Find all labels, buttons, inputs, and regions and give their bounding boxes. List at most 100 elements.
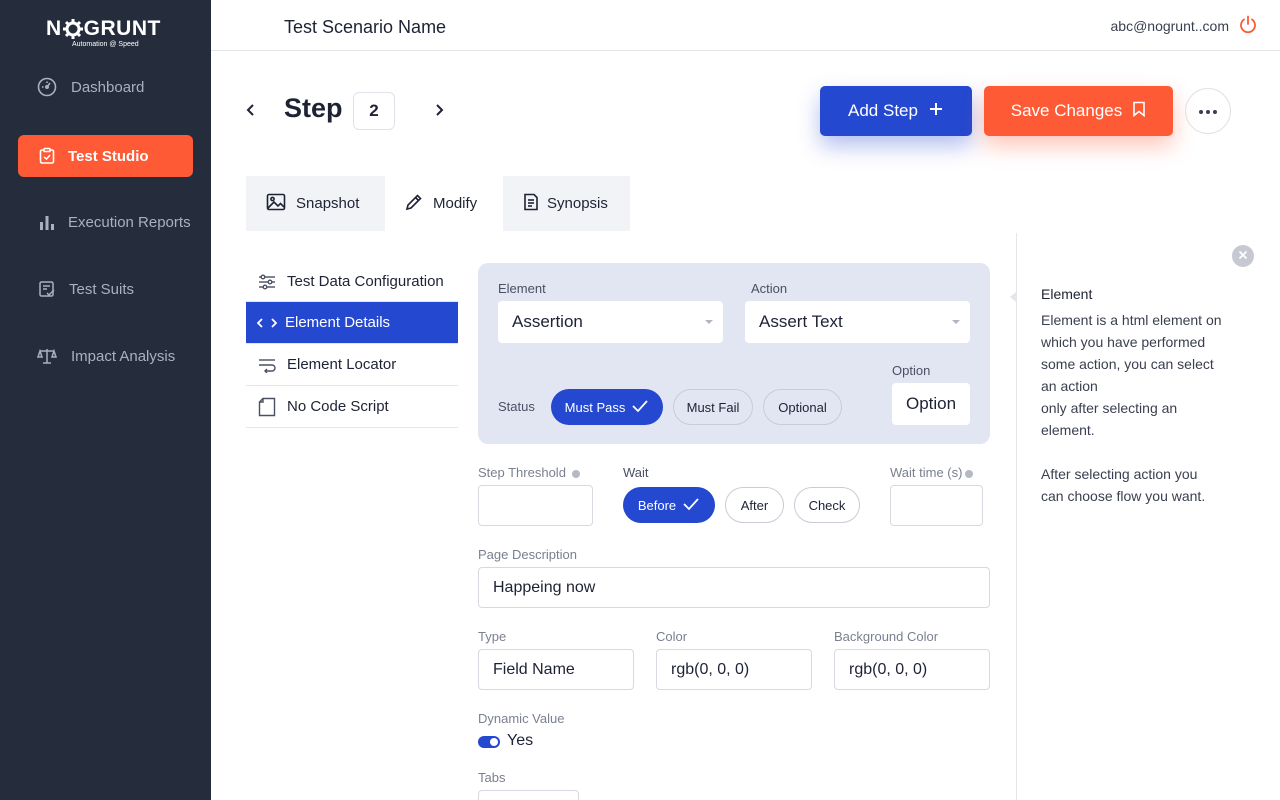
power-icon[interactable] xyxy=(1238,15,1258,35)
sidebar-item-dashboard[interactable]: Dashboard xyxy=(18,66,193,108)
add-step-button[interactable]: Add Step xyxy=(820,86,972,136)
page-icon xyxy=(256,397,278,417)
step-threshold-text: Step Threshold xyxy=(478,465,566,480)
action-select[interactable]: Assert Text xyxy=(745,301,970,343)
step-next-button[interactable] xyxy=(430,100,450,120)
sub-nav-element-locator[interactable]: Element Locator xyxy=(246,344,458,386)
status-must-fail[interactable]: Must Fail xyxy=(673,389,753,425)
code-icon xyxy=(256,317,278,329)
sidebar-item-test-suits[interactable]: Test Suits xyxy=(18,268,193,310)
user-email[interactable]: abc@nogrunt..com xyxy=(1111,18,1230,34)
top-bar: Test Scenario Name abc@nogrunt..com xyxy=(211,0,1280,51)
bookmark-icon xyxy=(1122,101,1146,122)
wait-after[interactable]: After xyxy=(725,487,784,523)
close-help-button[interactable] xyxy=(1232,245,1254,267)
color-label: Color xyxy=(656,629,688,644)
wait-check[interactable]: Check xyxy=(794,487,860,523)
wait-option-label: After xyxy=(740,497,769,513)
action-select-value: Assert Text xyxy=(759,312,843,331)
tab-bar: Snapshot Modify Synopsis xyxy=(246,176,630,231)
sidebar-item-impact-analysis[interactable]: Impact Analysis xyxy=(18,335,193,377)
status-must-pass[interactable]: Must Pass xyxy=(551,389,663,425)
sidebar-item-test-studio[interactable]: Test Studio xyxy=(18,135,193,177)
option-field[interactable]: Option xyxy=(892,383,970,425)
more-options-button[interactable] xyxy=(1185,88,1231,134)
help-title: Element xyxy=(1041,286,1093,302)
wait-option-label: Check xyxy=(808,497,846,513)
sidebar-item-label: Execution Reports xyxy=(68,213,191,231)
color-input[interactable]: rgb(0, 0, 0) xyxy=(656,649,812,690)
sub-nav-no-code-script[interactable]: No Code Script xyxy=(246,386,458,428)
help-text-line: element. xyxy=(1041,422,1095,438)
add-step-label: Add Step xyxy=(848,101,918,120)
background-color-input[interactable]: rgb(0, 0, 0) xyxy=(834,649,990,690)
step-number[interactable]: 2 xyxy=(353,92,395,130)
checkmark-icon xyxy=(676,497,700,514)
page-description-label: Page Description xyxy=(478,547,577,562)
bar-chart-icon xyxy=(36,211,58,233)
page-description-value: Happeing now xyxy=(493,578,596,596)
option-field-value: Option xyxy=(906,394,957,413)
logo-text-right: GRUNT xyxy=(83,17,161,40)
logo[interactable]: N GRUNT Automation @ Speed xyxy=(46,17,166,53)
tab-label: Snapshot xyxy=(296,195,360,212)
caret-down-icon xyxy=(952,320,960,324)
page-description-input[interactable]: Happeing now xyxy=(478,567,990,608)
close-icon xyxy=(1238,247,1248,265)
step-threshold-input[interactable] xyxy=(478,485,593,526)
sidebar-item-execution-reports[interactable]: Execution Reports xyxy=(18,201,193,243)
tab-label: Synopsis xyxy=(547,195,608,212)
help-text-line: an action xyxy=(1041,378,1098,394)
wait-time-label: Wait time (s) xyxy=(890,465,974,480)
tabs-input[interactable] xyxy=(478,790,579,800)
step-prev-button[interactable] xyxy=(240,100,260,120)
help-text: Element is a html element on which you h… xyxy=(1041,309,1256,507)
toggle-knob xyxy=(490,738,498,746)
sidebar-item-label: Test Studio xyxy=(68,147,149,165)
status-option-label: Optional xyxy=(778,399,827,415)
sidebar: N GRUNT Automation @ Speed Dashboard Tes… xyxy=(0,0,211,800)
element-sub-nav: Test Data Configuration Element Details … xyxy=(246,262,458,428)
save-changes-button[interactable]: Save Changes xyxy=(984,86,1173,136)
logo-text-left: N xyxy=(46,17,62,40)
status-label: Status xyxy=(498,399,535,414)
tabs-label: Tabs xyxy=(478,770,506,785)
dynamic-value-toggle[interactable] xyxy=(478,736,500,748)
help-text-line: After selecting action you xyxy=(1041,466,1198,482)
help-text-line: Element is a html element on xyxy=(1041,312,1222,328)
type-input[interactable]: Field Name xyxy=(478,649,634,690)
status-option-label: Must Fail xyxy=(686,399,740,415)
save-changes-label: Save Changes xyxy=(1010,101,1123,120)
document-icon xyxy=(523,193,549,215)
wait-before[interactable]: Before xyxy=(623,487,715,523)
logo-tagline: Automation @ Speed xyxy=(72,41,139,48)
wait-time-input[interactable] xyxy=(890,485,983,526)
type-value: Field Name xyxy=(493,660,575,678)
gear-icon xyxy=(62,19,83,39)
sub-nav-label: Element Locator xyxy=(287,356,397,373)
image-icon xyxy=(266,193,296,215)
info-icon[interactable] xyxy=(571,469,580,478)
wrap-icon xyxy=(256,357,278,373)
element-select[interactable]: Assertion xyxy=(498,301,723,343)
sub-nav-element-details[interactable]: Element Details xyxy=(246,302,458,344)
scenario-title: Test Scenario Name xyxy=(284,17,447,37)
caret-down-icon xyxy=(705,320,713,324)
background-color-value: rgb(0, 0, 0) xyxy=(849,660,928,678)
tab-label: Modify xyxy=(433,195,478,212)
help-text-line: which you have performed xyxy=(1041,334,1206,350)
scale-icon xyxy=(36,345,58,367)
status-optional[interactable]: Optional xyxy=(763,389,842,425)
tab-modify[interactable]: Modify xyxy=(385,176,503,231)
sub-nav-label: No Code Script xyxy=(287,398,389,415)
sub-nav-test-data-configuration[interactable]: Test Data Configuration xyxy=(246,262,458,302)
tab-synopsis[interactable]: Synopsis xyxy=(503,176,630,231)
sub-nav-label: Element Details xyxy=(285,314,391,331)
background-color-label: Background Color xyxy=(834,629,939,644)
color-value: rgb(0, 0, 0) xyxy=(671,660,750,678)
element-label: Element xyxy=(498,281,546,296)
help-text-line: only after selecting an xyxy=(1041,400,1178,416)
info-icon[interactable] xyxy=(965,469,974,478)
tab-snapshot[interactable]: Snapshot xyxy=(246,176,385,231)
wait-option-label: Before xyxy=(637,497,677,513)
